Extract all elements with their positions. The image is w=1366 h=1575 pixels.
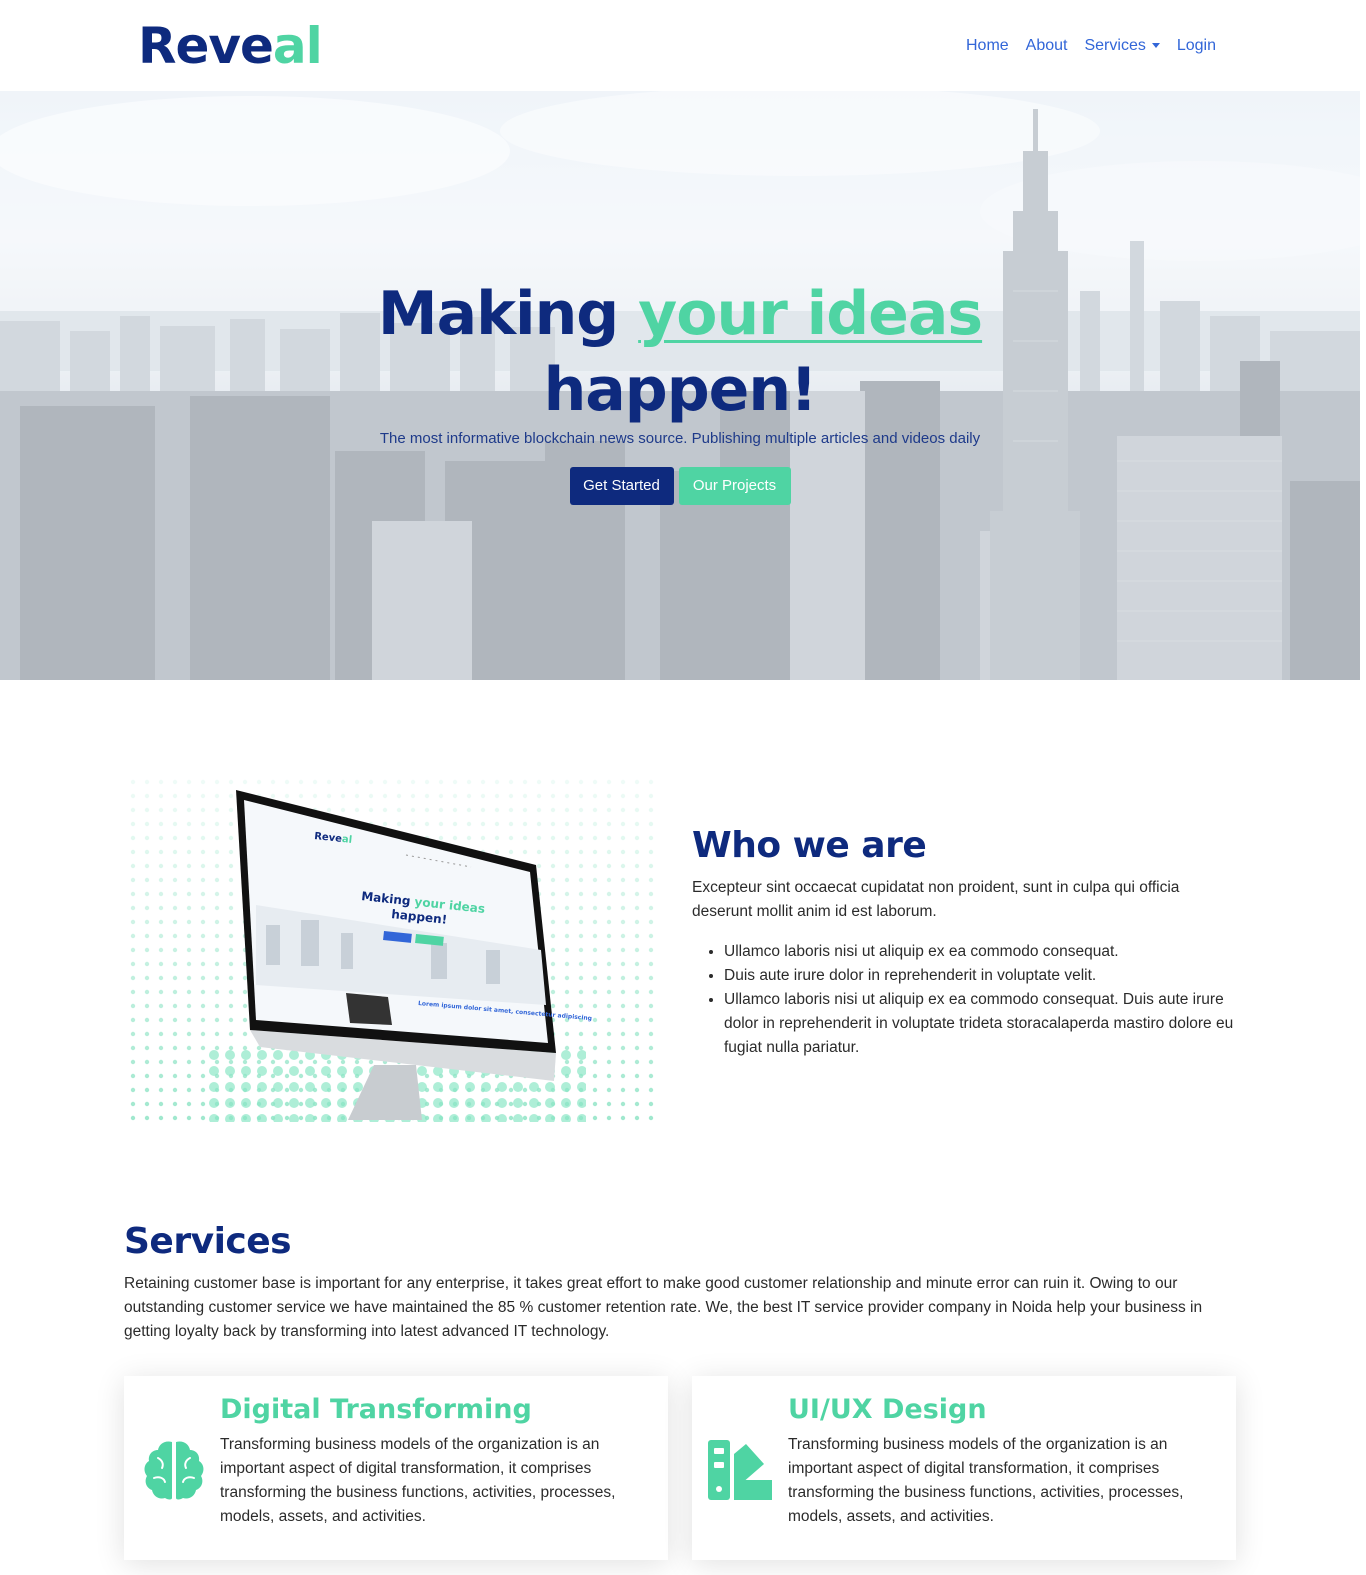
nav-services-label: Services: [1084, 37, 1146, 54]
navbar: Reveal Home About Services Login: [0, 0, 1366, 91]
hero-subtitle: The most informative blockchain news sou…: [379, 430, 981, 447]
get-started-button[interactable]: Get Started: [569, 467, 674, 505]
service-card-ui-ux-design[interactable]: UI/UX Design Transforming business model…: [692, 1376, 1236, 1560]
brand-part2: al: [272, 17, 323, 75]
hero-title-accent: your ideas: [638, 279, 983, 349]
brain-icon: [144, 1441, 204, 1500]
about-text: Excepteur sint occaecat cupidatat non pr…: [692, 879, 1180, 920]
our-projects-button[interactable]: Our Projects: [678, 467, 791, 505]
swatchbook-icon: [708, 1440, 772, 1500]
nav-home[interactable]: Home: [966, 34, 1009, 58]
caret-down-icon: [1151, 43, 1160, 49]
about-title: Who we are: [692, 825, 927, 866]
hero-title-part1: Making: [377, 279, 639, 349]
hero-title: Making your ideas happen!: [0, 276, 1360, 428]
hero-buttons: Get Started Our Projects: [0, 467, 1360, 505]
nav-about[interactable]: About: [1026, 34, 1068, 58]
screen-brand-part2: al: [341, 834, 352, 846]
list-item: Ullamco laboris nisi ut aliquip ex ea co…: [724, 988, 1239, 1060]
monitor-illustration: Reveal Making your ideas happen! Lorem i…: [126, 775, 660, 1122]
card-title: Digital Transforming: [220, 1394, 532, 1425]
list-item: Ullamco laboris nisi ut aliquip ex ea co…: [724, 940, 1239, 964]
services-title: Services: [124, 1221, 292, 1262]
hero-section: Making your ideas happen! The most infor…: [0, 91, 1360, 680]
main-nav: Home About Services Login: [966, 34, 1216, 58]
brand-logo[interactable]: Reveal: [138, 14, 323, 78]
nav-services-dropdown[interactable]: Services: [1084, 34, 1160, 58]
nav-login[interactable]: Login: [1177, 34, 1216, 58]
hero-title-part2: happen!: [543, 355, 818, 425]
card-text: Transforming business models of the orga…: [220, 1436, 616, 1525]
brand-part1: Reve: [138, 17, 274, 75]
about-image: Reveal Making your ideas happen! Lorem i…: [126, 775, 660, 1122]
card-text: Transforming business models of the orga…: [788, 1436, 1184, 1525]
about-list: Ullamco laboris nisi ut aliquip ex ea co…: [724, 940, 1239, 1060]
services-text: Retaining customer base is important for…: [124, 1275, 1203, 1340]
service-card-digital-transforming[interactable]: Digital Transforming Transforming busine…: [124, 1376, 668, 1560]
list-item: Duis aute irure dolor in reprehenderit i…: [724, 964, 1239, 988]
card-title: UI/UX Design: [788, 1394, 987, 1425]
